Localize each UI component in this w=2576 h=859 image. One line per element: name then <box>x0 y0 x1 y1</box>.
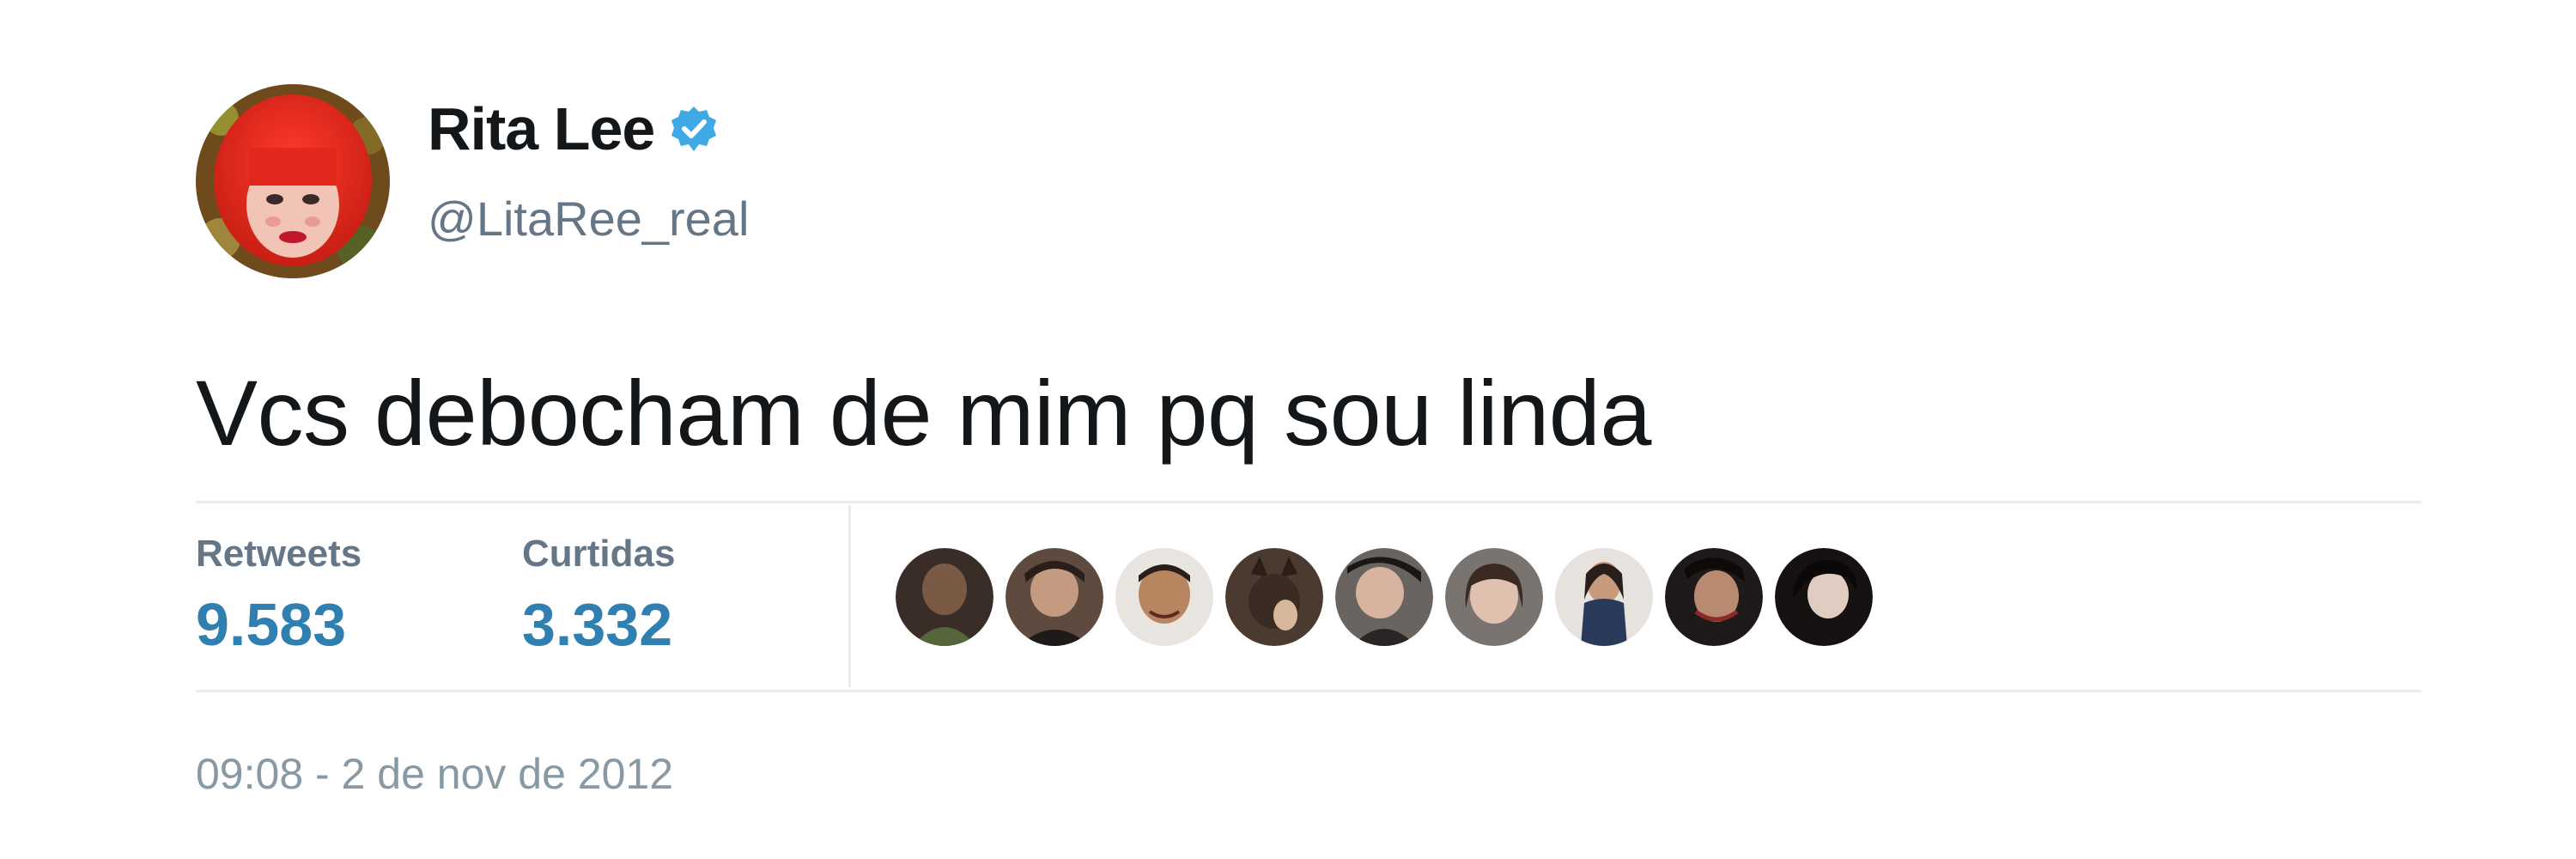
liker-avatar[interactable] <box>1555 548 1653 646</box>
retweets-stat[interactable]: Retweets 9.583 <box>196 528 361 664</box>
likes-label: Curtidas <box>522 533 676 575</box>
liker-avatar[interactable] <box>1115 548 1213 646</box>
tweet-card: Rita Lee @LitaRee_real Vcs debocham de m… <box>0 0 2576 859</box>
stats-divider-vertical <box>848 505 851 687</box>
likes-stat[interactable]: Curtidas 3.332 <box>522 528 675 664</box>
author-avatar[interactable] <box>196 84 390 278</box>
retweets-label: Retweets <box>196 533 362 575</box>
tweet-text: Vcs debocham de mim pq sou linda <box>196 361 1651 465</box>
author-name-row[interactable]: Rita Lee <box>428 94 718 163</box>
liker-avatar[interactable] <box>1445 548 1543 646</box>
liker-avatar[interactable] <box>896 548 993 646</box>
liker-avatar[interactable] <box>1225 548 1323 646</box>
verified-badge-icon <box>671 107 717 151</box>
stats-divider-bottom <box>196 690 2421 692</box>
liker-avatar[interactable] <box>1335 548 1433 646</box>
liker-avatar[interactable] <box>1005 548 1103 646</box>
liker-avatar[interactable] <box>1775 548 1873 646</box>
tweet-timestamp[interactable]: 09:08 - 2 de nov de 2012 <box>196 749 673 799</box>
retweets-count: 9.583 <box>196 591 347 658</box>
author-display-name[interactable]: Rita Lee <box>428 94 655 163</box>
likes-count: 3.332 <box>522 591 673 658</box>
liker-avatar[interactable] <box>1665 548 1763 646</box>
author-handle[interactable]: @LitaRee_real <box>428 191 749 247</box>
stats-divider-top <box>196 501 2421 503</box>
